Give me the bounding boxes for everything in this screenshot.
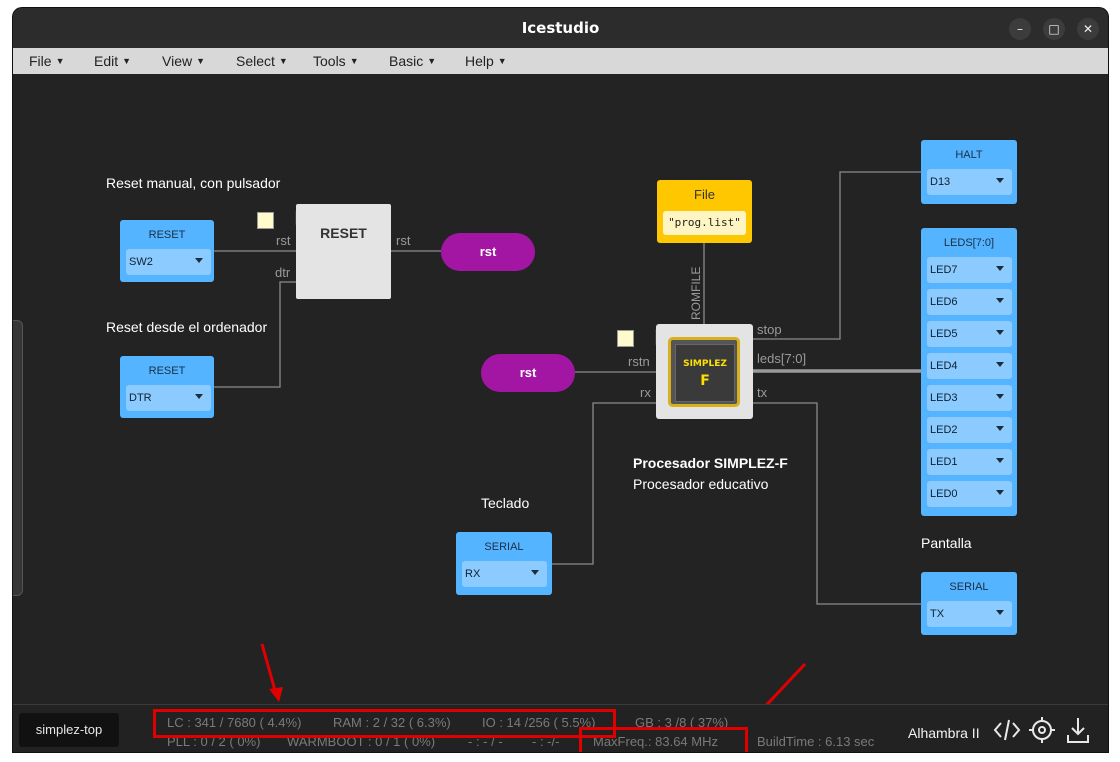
chevron-down-icon: ▼: [427, 56, 437, 66]
verify-code-icon[interactable]: [993, 717, 1021, 748]
upload-download-icon[interactable]: [1065, 715, 1091, 750]
app-window: Icestudio – □ ✕ File ▼ Edit ▼ View ▼ Select…: [13, 8, 1108, 752]
chevron-down-icon: ▼: [122, 56, 132, 66]
close-icon: ✕: [1082, 22, 1094, 36]
build-time: BuildTime : 6.13 sec: [757, 734, 875, 749]
annotation-arrows: [260, 643, 807, 704]
menu-bar: File ▼ Edit ▼ View ▼ Select ▼ Tools ▼ Basic ▼ …: [13, 48, 1108, 75]
menu-view[interactable]: View ▼: [162, 53, 205, 69]
build-gear-icon[interactable]: [1028, 716, 1056, 749]
chevron-down-icon: ▼: [196, 56, 206, 66]
top-module-tab[interactable]: simplez-top: [19, 713, 119, 747]
close-button[interactable]: ✕: [1077, 18, 1099, 40]
menu-basic[interactable]: Basic ▼: [389, 53, 436, 69]
window-title: Icestudio: [521, 19, 600, 37]
menu-help[interactable]: Help ▼: [465, 53, 507, 69]
chevron-down-icon: ▼: [497, 56, 507, 66]
title-bar: Icestudio – □ ✕: [13, 8, 1108, 48]
chevron-down-icon: ▼: [349, 56, 359, 66]
board-name[interactable]: Alhambra II: [908, 725, 980, 741]
menu-file[interactable]: File ▼: [29, 53, 64, 69]
menu-edit[interactable]: Edit ▼: [94, 53, 131, 69]
minimize-icon: –: [1017, 22, 1023, 36]
highlight-resources: [153, 709, 616, 738]
minimize-button[interactable]: –: [1009, 18, 1031, 40]
menu-tools[interactable]: Tools ▼: [313, 53, 359, 69]
chevron-down-icon: ▼: [278, 56, 288, 66]
maximize-icon: □: [1048, 22, 1060, 36]
menu-select[interactable]: Select ▼: [236, 53, 288, 69]
status-bar: simplez-top LC : 341 / 7680 ( 4.4%) RAM …: [13, 704, 1108, 752]
highlight-maxfreq: [579, 727, 748, 752]
maximize-button[interactable]: □: [1043, 18, 1065, 40]
chevron-down-icon: ▼: [55, 56, 65, 66]
design-canvas[interactable]: Reset manual, con pulsador Reset desde e…: [13, 74, 1108, 704]
